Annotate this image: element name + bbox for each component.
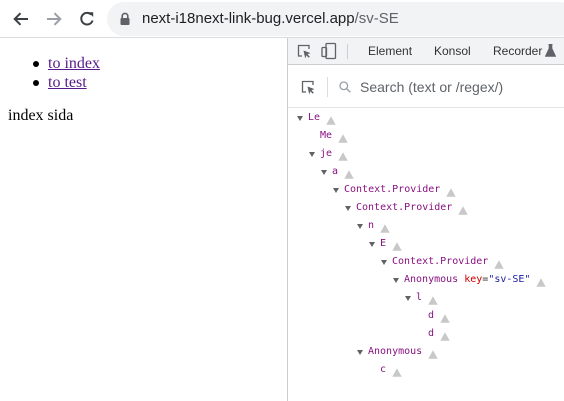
component-name: a bbox=[332, 166, 339, 177]
forward-button[interactable] bbox=[42, 7, 66, 31]
component-name: l bbox=[416, 292, 423, 303]
warning-icon bbox=[440, 312, 450, 323]
tree-row[interactable]: Me bbox=[320, 127, 348, 145]
browser-toolbar: next-i18next-link-bug.vercel.app/sv-SE bbox=[0, 0, 564, 38]
tree-row[interactable]: Le bbox=[297, 109, 336, 127]
list-item: to test bbox=[33, 73, 100, 92]
key-attr-value: "sv-SE" bbox=[488, 274, 531, 285]
lock-icon[interactable] bbox=[119, 12, 131, 26]
caret-down-icon[interactable] bbox=[309, 151, 315, 157]
search-icon bbox=[339, 81, 351, 93]
tree-row[interactable]: d bbox=[428, 307, 450, 325]
search-input[interactable] bbox=[360, 77, 555, 97]
devtools-toolbar: Element Konsol Recorder bbox=[288, 38, 564, 65]
caret-down-icon[interactable] bbox=[345, 205, 351, 211]
url-text[interactable]: next-i18next-link-bug.vercel.app/sv-SE bbox=[142, 10, 399, 28]
device-toolbar-icon[interactable] bbox=[321, 42, 337, 60]
component-name: d bbox=[428, 310, 435, 321]
arrow-left-icon bbox=[13, 12, 28, 26]
warning-icon bbox=[494, 258, 505, 269]
flask-icon bbox=[545, 44, 556, 57]
back-button[interactable] bbox=[9, 7, 33, 31]
tree-row[interactable]: Context.Provider bbox=[333, 181, 457, 199]
warning-icon bbox=[440, 330, 450, 341]
tree-row[interactable]: Context.Provider bbox=[345, 199, 469, 217]
caret-down-icon[interactable] bbox=[357, 223, 363, 229]
component-name: Le bbox=[308, 112, 321, 123]
tree-row[interactable]: Anonymous bbox=[357, 343, 438, 361]
reload-icon bbox=[80, 11, 94, 26]
component-name: Anonymous bbox=[368, 346, 423, 357]
tree-row[interactable]: d bbox=[428, 325, 450, 343]
caret-down-icon[interactable] bbox=[357, 349, 363, 355]
reload-button[interactable] bbox=[75, 7, 99, 31]
warning-icon bbox=[344, 168, 354, 179]
warning-icon bbox=[428, 348, 438, 359]
page-heading: index sida bbox=[8, 107, 74, 124]
search-separator bbox=[327, 77, 328, 97]
warning-icon bbox=[536, 276, 547, 287]
list-item: to index bbox=[33, 54, 100, 73]
warning-icon bbox=[380, 222, 390, 233]
component-name: c bbox=[380, 364, 387, 375]
component-name: Context.Provider bbox=[392, 256, 489, 267]
tree-row[interactable]: Context.Provider bbox=[381, 253, 505, 271]
caret-down-icon[interactable] bbox=[369, 241, 375, 247]
caret-down-icon[interactable] bbox=[297, 115, 303, 121]
arrow-right-icon bbox=[47, 12, 62, 26]
tree-row[interactable]: Anonymous key = "sv-SE" bbox=[393, 271, 547, 289]
nav-link-list: to index to test bbox=[33, 54, 100, 92]
component-name: je bbox=[320, 148, 333, 159]
tree-row[interactable]: a bbox=[321, 163, 354, 181]
warning-icon bbox=[392, 240, 402, 251]
warning-icon bbox=[446, 186, 457, 197]
link-to-index[interactable]: to index bbox=[48, 55, 100, 72]
toolbar-separator bbox=[347, 44, 348, 59]
url-host: next-i18next-link-bug.vercel.app bbox=[142, 10, 355, 27]
component-search-bar bbox=[288, 65, 564, 108]
warning-icon bbox=[338, 132, 348, 143]
select-component-icon[interactable] bbox=[300, 79, 316, 95]
warning-icon bbox=[338, 150, 348, 161]
component-name: d bbox=[428, 328, 435, 339]
address-bar[interactable]: next-i18next-link-bug.vercel.app/sv-SE bbox=[107, 2, 564, 36]
page-viewport: to index to test index sida bbox=[0, 38, 287, 401]
tree-row[interactable]: je bbox=[309, 145, 348, 163]
warning-icon bbox=[326, 114, 336, 125]
caret-down-icon[interactable] bbox=[333, 187, 339, 193]
tree-row[interactable]: l bbox=[405, 289, 438, 307]
caret-down-icon[interactable] bbox=[393, 277, 399, 283]
component-name: Context.Provider bbox=[356, 202, 453, 213]
component-name: Context.Provider bbox=[344, 184, 441, 195]
component-name: E bbox=[380, 238, 387, 249]
caret-down-icon[interactable] bbox=[321, 169, 327, 175]
tab-console[interactable]: Konsol bbox=[434, 45, 471, 58]
tree-row[interactable]: n bbox=[357, 217, 390, 235]
caret-down-icon[interactable] bbox=[405, 295, 411, 301]
warning-icon bbox=[428, 294, 438, 305]
component-name: Me bbox=[320, 130, 333, 141]
caret-down-icon[interactable] bbox=[381, 259, 387, 265]
component-name: n bbox=[368, 220, 375, 231]
component-name: Anonymous bbox=[404, 274, 459, 285]
key-attr-name: key bbox=[458, 274, 483, 285]
devtools-panel: Element Konsol Recorder Le Me je a Context.P… bbox=[287, 38, 564, 401]
url-path: /sv-SE bbox=[354, 10, 399, 27]
warning-icon bbox=[392, 366, 402, 377]
tree-row[interactable]: c bbox=[380, 361, 402, 379]
tree-row[interactable]: E bbox=[369, 235, 402, 253]
link-to-test[interactable]: to test bbox=[48, 74, 87, 91]
warning-icon bbox=[458, 204, 469, 215]
tab-recorder[interactable]: Recorder bbox=[493, 45, 542, 58]
tab-elements[interactable]: Element bbox=[368, 45, 412, 58]
inspect-element-icon[interactable] bbox=[296, 43, 312, 59]
